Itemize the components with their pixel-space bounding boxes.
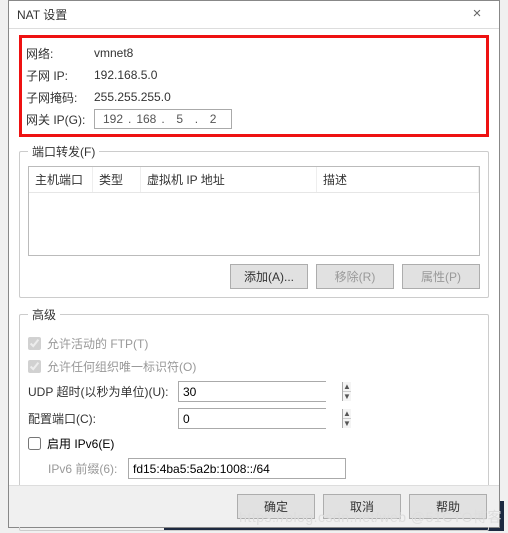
gateway-octet-2[interactable] (131, 112, 161, 126)
config-port-input[interactable] (179, 409, 342, 428)
gateway-ip-input[interactable]: . . . (94, 109, 232, 129)
allow-oui-label: 允许任何组织唯一标识符(O) (47, 358, 196, 375)
add-button[interactable]: 添加(A)... (230, 264, 308, 289)
allow-oui-checkbox[interactable] (28, 360, 41, 373)
help-button[interactable]: 帮助 (409, 494, 487, 519)
close-icon[interactable]: × (455, 1, 499, 29)
subnet-mask-value: 255.255.255.0 (94, 90, 171, 104)
config-port-label: 配置端口(C): (28, 410, 178, 427)
network-highlight-box: 网络: vmnet8 子网 IP: 192.168.5.0 子网掩码: 255.… (19, 35, 489, 137)
network-label: 网络: (26, 45, 94, 62)
subnet-ip-label: 子网 IP: (26, 67, 94, 84)
network-value: vmnet8 (94, 46, 133, 60)
port-forwarding-table[interactable]: 主机端口 类型 虚拟机 IP 地址 描述 (28, 166, 480, 256)
udp-timeout-spinner[interactable]: ▲ ▼ (178, 381, 326, 402)
cancel-button[interactable]: 取消 (323, 494, 401, 519)
ok-button[interactable]: 确定 (237, 494, 315, 519)
column-type[interactable]: 类型 (93, 167, 141, 192)
enable-ipv6-checkbox[interactable] (28, 437, 41, 450)
chevron-up-icon[interactable]: ▲ (343, 382, 351, 392)
gateway-label: 网关 IP(G): (26, 111, 94, 128)
chevron-down-icon[interactable]: ▼ (343, 419, 351, 428)
port-forwarding-group: 端口转发(F) 主机端口 类型 虚拟机 IP 地址 描述 添加(A)... 移除… (19, 143, 489, 298)
udp-timeout-input[interactable] (179, 382, 342, 401)
gateway-octet-1[interactable] (98, 112, 128, 126)
title-text: NAT 设置 (17, 8, 67, 22)
column-host-port[interactable]: 主机端口 (29, 167, 93, 192)
column-vm-ip[interactable]: 虚拟机 IP 地址 (141, 167, 317, 192)
gateway-octet-3[interactable] (165, 112, 195, 126)
ipv6-prefix-input[interactable] (128, 458, 346, 479)
subnet-ip-value: 192.168.5.0 (94, 68, 157, 82)
titlebar: NAT 设置 × (9, 1, 499, 29)
config-port-spinner[interactable]: ▲ ▼ (178, 408, 326, 429)
column-description[interactable]: 描述 (317, 167, 479, 192)
nat-settings-dialog: NAT 设置 × 网络: vmnet8 子网 IP: 192.168.5.0 子… (8, 0, 500, 528)
properties-button[interactable]: 属性(P) (402, 264, 480, 289)
allow-active-ftp-checkbox[interactable] (28, 337, 41, 350)
allow-active-ftp-label: 允许活动的 FTP(T) (47, 335, 148, 352)
udp-timeout-label: UDP 超时(以秒为单位)(U): (28, 383, 178, 400)
subnet-mask-label: 子网掩码: (26, 89, 94, 106)
enable-ipv6-label: 启用 IPv6(E) (47, 435, 114, 452)
remove-button[interactable]: 移除(R) (316, 264, 394, 289)
chevron-up-icon[interactable]: ▲ (343, 409, 351, 419)
gateway-octet-4[interactable] (198, 112, 228, 126)
ipv6-prefix-label: IPv6 前缀(6): (48, 460, 128, 477)
advanced-legend: 高级 (28, 306, 60, 323)
chevron-down-icon[interactable]: ▼ (343, 392, 351, 401)
port-forwarding-legend: 端口转发(F) (28, 143, 99, 160)
dialog-button-bar: 确定 取消 帮助 (9, 485, 499, 527)
